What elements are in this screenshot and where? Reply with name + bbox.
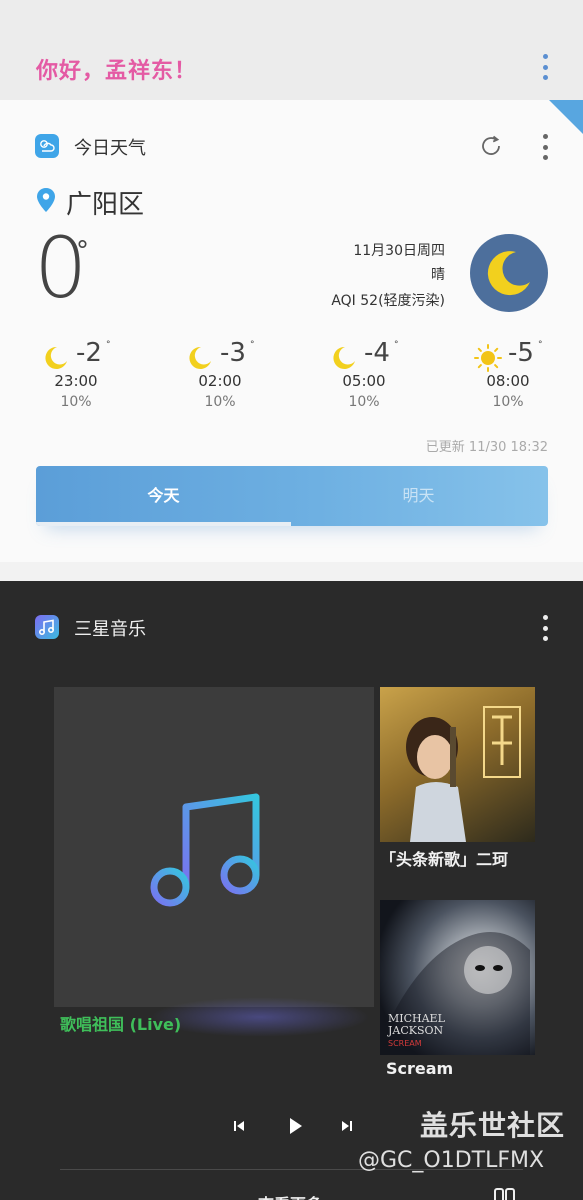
music-app-title: 三星音乐 bbox=[74, 619, 146, 640]
playlist-icon[interactable] bbox=[494, 1187, 520, 1200]
forecast-time: 08:00 bbox=[486, 372, 530, 390]
next-icon[interactable] bbox=[338, 1115, 356, 1141]
tab-tomorrow[interactable]: 明天 bbox=[291, 466, 546, 526]
location-name[interactable]: 广阳区 bbox=[66, 184, 144, 221]
forecast-time: 02:00 bbox=[198, 372, 242, 390]
moon-icon bbox=[186, 344, 214, 372]
weather-date: 11月30日周四 bbox=[353, 243, 445, 259]
weather-more-icon[interactable] bbox=[542, 134, 548, 160]
forecast-temp: -4 bbox=[364, 338, 390, 368]
more-vert-icon[interactable] bbox=[542, 54, 548, 80]
current-temperature-degree: ° bbox=[76, 236, 89, 266]
weather-cloud-icon bbox=[35, 134, 59, 158]
forecast-time: 23:00 bbox=[54, 372, 98, 390]
last-updated: 已更新 11/30 18:32 bbox=[425, 440, 548, 455]
forecast-item: -5 ° 08:00 10% bbox=[452, 338, 572, 418]
cover-glow bbox=[150, 997, 370, 1037]
sun-icon bbox=[474, 344, 502, 372]
forecast-item: -4 ° 05:00 10% bbox=[308, 338, 428, 418]
forecast-precip: 10% bbox=[348, 394, 380, 410]
moon-icon bbox=[330, 344, 358, 372]
playback-controls bbox=[230, 1115, 360, 1137]
view-more-link[interactable]: 查看更多 bbox=[258, 1191, 322, 1200]
forecast-precip: 10% bbox=[492, 394, 524, 410]
forecast-temp: -3 bbox=[220, 338, 246, 368]
refresh-icon[interactable] bbox=[478, 133, 504, 159]
weather-condition: 晴 bbox=[431, 267, 445, 283]
weather-card[interactable]: 今日天气 广阳区 0 ° 11月30日周四 晴 AQI 52(轻度污染) -2 … bbox=[0, 100, 583, 562]
forecast-item: -2 ° 23:00 10% bbox=[20, 338, 140, 418]
forecast-temp-degree: ° bbox=[106, 340, 111, 350]
tab-indicator bbox=[36, 522, 291, 526]
forecast-precip: 10% bbox=[204, 394, 236, 410]
music-note-icon bbox=[35, 615, 59, 639]
tab-today[interactable]: 今天 bbox=[36, 466, 291, 526]
moon-icon bbox=[42, 344, 70, 372]
forecast-temp: -2 bbox=[76, 338, 102, 368]
moon-icon bbox=[470, 234, 548, 312]
corner-indicator bbox=[549, 100, 583, 134]
watermark-handle: @GC_O1DTLFMX bbox=[358, 1148, 545, 1173]
main-song-title[interactable]: 歌唱祖国 (Live) bbox=[60, 1011, 181, 1035]
hourly-forecast: -2 ° 23:00 10% -3 ° 02:00 10% -4 ° 05:00… bbox=[20, 338, 580, 418]
forecast-temp-degree: ° bbox=[250, 340, 255, 350]
air-quality: AQI 52(轻度污染) bbox=[331, 293, 445, 309]
previous-icon[interactable] bbox=[230, 1115, 248, 1141]
weather-app-title: 今日天气 bbox=[74, 138, 146, 159]
main-album-cover[interactable] bbox=[54, 687, 374, 1007]
forecast-temp-degree: ° bbox=[538, 340, 543, 350]
svg-text:JACKSON: JACKSON bbox=[387, 1024, 444, 1037]
day-tabs: 今天 明天 bbox=[36, 466, 548, 526]
play-icon[interactable] bbox=[284, 1115, 306, 1141]
music-note-icon bbox=[144, 787, 274, 917]
greeting-text: 你好，孟祥东！ bbox=[36, 59, 198, 84]
watermark-title: 盖乐世社区 bbox=[420, 1109, 566, 1142]
album-cover-2[interactable]: MICHAEL JACKSON SCREAM bbox=[380, 900, 535, 1055]
forecast-temp-degree: ° bbox=[394, 340, 399, 350]
album-cover-1[interactable] bbox=[380, 687, 535, 842]
location-pin-icon bbox=[36, 187, 56, 213]
side-song-title[interactable]: Scream bbox=[386, 1059, 453, 1078]
forecast-time: 05:00 bbox=[342, 372, 386, 390]
greeting-header: 你好，孟祥东！ bbox=[0, 0, 583, 100]
music-more-icon[interactable] bbox=[542, 615, 548, 641]
svg-text:SCREAM: SCREAM bbox=[388, 1039, 422, 1048]
side-song-title[interactable]: 「头条新歌」二珂 bbox=[380, 846, 508, 870]
forecast-precip: 10% bbox=[60, 394, 92, 410]
forecast-temp: -5 bbox=[508, 338, 534, 368]
forecast-item: -3 ° 02:00 10% bbox=[164, 338, 284, 418]
